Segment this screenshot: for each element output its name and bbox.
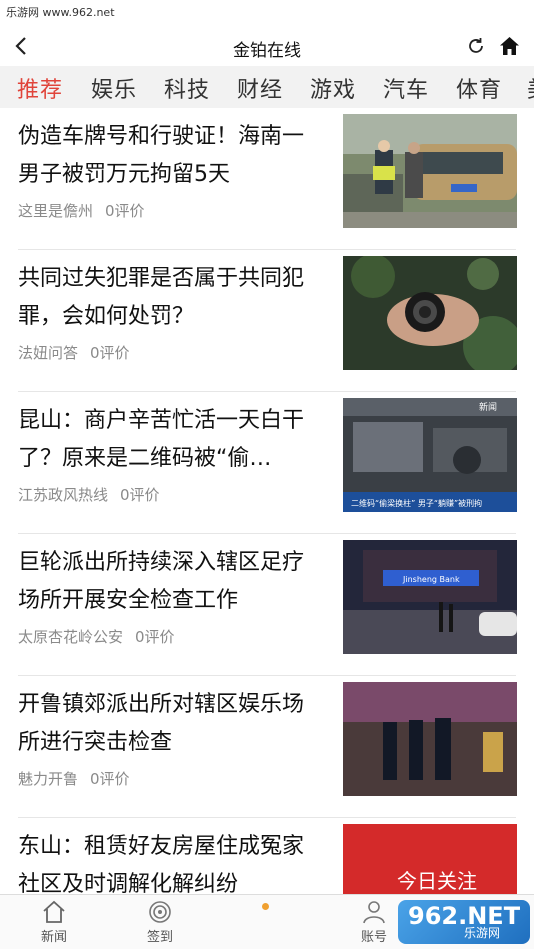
news-item[interactable]: 共同过失犯罪是否属于共同犯罪，会如何处罚？ 法妞问答 0评价 xyxy=(0,250,534,392)
news-item[interactable]: 伪造车牌号和行驶证！海南一男子被罚万元拘留5天 这里是儋州 0评价 xyxy=(0,108,534,250)
refresh-icon[interactable] xyxy=(466,36,486,56)
nav-label: 新闻 xyxy=(40,930,67,945)
news-comment-count: 0评价 xyxy=(105,202,145,220)
news-meta: 魅力开鲁 0评价 xyxy=(18,768,130,789)
tab-recommend[interactable]: 推荐 xyxy=(17,72,63,104)
thumbnail-caption-text: 今日关注 xyxy=(397,869,477,893)
tab-entertainment[interactable]: 娱乐 xyxy=(91,72,137,104)
target-icon xyxy=(149,901,171,923)
site-watermark: 乐游网 www.962.net xyxy=(6,6,115,19)
thumbnail-logo-text: 新闻 xyxy=(479,401,497,413)
news-source: 太原杏花岭公安 xyxy=(18,628,124,646)
watermark-badge-subtext: 乐游网 xyxy=(464,926,501,940)
news-meta: 太原杏花岭公安 0评价 xyxy=(18,626,175,647)
tab-games[interactable]: 游戏 xyxy=(310,72,356,104)
news-thumbnail xyxy=(343,682,517,796)
news-item[interactable]: 东山：租赁好友房屋住成冤家 社区及时调解化解纠纷 今日关注 xyxy=(0,818,534,894)
news-meta: 这里是儋州 0评价 xyxy=(18,200,145,221)
news-thumbnail: 二维码“偷梁换柱” 男子“躺赚”被刑拘 新闻 xyxy=(343,398,517,512)
news-source: 江苏政风热线 xyxy=(18,486,109,504)
watermark-badge: 962.NET 乐游网 xyxy=(398,900,530,944)
nav-account[interactable]: 账号 xyxy=(344,899,404,947)
news-comment-count: 0评价 xyxy=(135,628,175,646)
news-meta: 法妞问答 0评价 xyxy=(18,342,130,363)
news-comment-count: 0评价 xyxy=(90,344,130,362)
news-comment-count: 0评价 xyxy=(90,770,130,788)
nav-news[interactable]: 新闻 xyxy=(24,899,84,947)
news-title: 伪造车牌号和行驶证！海南一男子被罚万元拘留5天 xyxy=(18,124,305,187)
news-thumbnail: 今日关注 xyxy=(343,824,517,894)
thumbnail-banner-text: 二维码“偷梁换柱” 男子“躺赚”被刑拘 xyxy=(351,498,482,508)
news-source: 法妞问答 xyxy=(18,344,79,362)
nav-label: 签到 xyxy=(146,930,173,945)
news-title: 开鲁镇郊派出所对辖区娱乐场所进行突击检查 xyxy=(18,692,305,755)
news-title: 巨轮派出所持续深入辖区足疗场所开展安全检查工作 xyxy=(18,550,305,613)
news-item[interactable]: 开鲁镇郊派出所对辖区娱乐场所进行突击检查 魅力开鲁 0评价 xyxy=(0,676,534,818)
user-icon xyxy=(363,901,385,924)
news-title: 昆山：商户辛苦忙活一天白干了？原来是二维码被“偷… xyxy=(18,408,305,471)
news-feed: 伪造车牌号和行驶证！海南一男子被罚万元拘留5天 这里是儋州 0评价 共同过失犯罪是… xyxy=(0,108,534,894)
news-thumbnail: Jinsheng Bank xyxy=(343,540,517,654)
news-item[interactable]: 巨轮派出所持续深入辖区足疗场所开展安全检查工作 太原杏花岭公安 0评价 Jinsh… xyxy=(0,534,534,676)
tab-tech[interactable]: 科技 xyxy=(164,72,210,104)
news-meta: 江苏政风热线 0评价 xyxy=(18,484,160,505)
title-bar: 金铂在线 xyxy=(0,28,534,66)
news-item[interactable]: 昆山：商户辛苦忙活一天白干了？原来是二维码被“偷… 江苏政风热线 0评价 二维码“… xyxy=(0,392,534,534)
tab-sports[interactable]: 体育 xyxy=(456,72,502,104)
news-comment-count: 0评价 xyxy=(120,486,160,504)
home-icon[interactable] xyxy=(499,36,520,56)
news-thumbnail xyxy=(343,114,517,228)
tab-finance[interactable]: 财经 xyxy=(237,72,283,104)
tab-beauty[interactable]: 美 xyxy=(527,72,534,104)
nav-checkin[interactable]: 签到 xyxy=(130,899,190,947)
dot-indicator-icon xyxy=(262,903,269,910)
news-title: 东山：租赁好友房屋住成冤家 社区及时调解化解纠纷 xyxy=(18,834,305,894)
news-title: 共同过失犯罪是否属于共同犯罪，会如何处罚？ xyxy=(18,266,305,329)
house-icon xyxy=(43,900,65,923)
nav-label: 账号 xyxy=(360,930,387,945)
category-tabs: 推荐 娱乐 科技 财经 游戏 汽车 体育 美 xyxy=(0,66,534,108)
news-source: 魅力开鲁 xyxy=(18,770,79,788)
news-source: 这里是儋州 xyxy=(18,202,94,220)
news-thumbnail xyxy=(343,256,517,370)
thumbnail-sign-text: Jinsheng Bank xyxy=(402,575,460,584)
tab-auto[interactable]: 汽车 xyxy=(383,72,429,104)
page-title: 金铂在线 xyxy=(233,41,301,61)
